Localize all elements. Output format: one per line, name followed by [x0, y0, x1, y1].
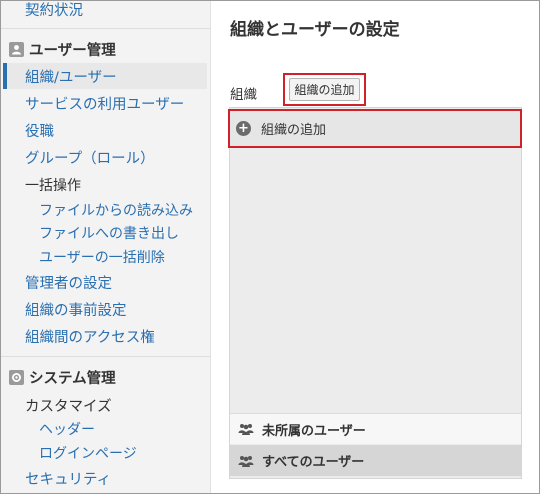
unassigned-users-row[interactable]: 未所属のユーザー	[230, 413, 521, 444]
sidebar-label-bulk-ops: 一括操作	[25, 178, 81, 194]
sidebar-label-customize: カスタマイズ	[25, 399, 112, 415]
section-header-label: ユーザー管理	[29, 43, 116, 59]
active-item-indicator	[3, 63, 7, 89]
sidebar-item-org-access[interactable]: 組織間のアクセス権	[25, 326, 155, 347]
all-users-label: すべてのユーザー	[262, 455, 365, 470]
highlight-box: 組織の追加	[283, 73, 366, 106]
add-org-row[interactable]: + 組織の追加	[236, 119, 326, 138]
sidebar-item-admin-settings[interactable]: 管理者の設定	[25, 272, 112, 293]
unassigned-users-label: 未所属のユーザー	[262, 423, 366, 439]
sidebar-item-org-presets[interactable]: 組織の事前設定	[25, 299, 127, 320]
sidebar-divider	[1, 356, 211, 357]
sidebar-divider	[1, 28, 211, 29]
page-title: 組織とユーザーの設定	[230, 20, 400, 40]
sidebar: 契約状況 ユーザー管理 組織/ユーザー サービスの利用ユーザー 役職 グループ（…	[1, 1, 211, 493]
sidebar-item-login-page[interactable]: ログインページ	[39, 443, 137, 463]
sidebar-item-security[interactable]: セキュリティ	[25, 468, 111, 489]
section-header-system-admin: システム管理	[9, 367, 116, 388]
gear-icon	[9, 370, 24, 385]
sidebar-item-import-file[interactable]: ファイルからの読み込み	[39, 200, 193, 220]
section-header-label: システム管理	[29, 371, 116, 387]
section-header-user-admin: ユーザー管理	[9, 39, 116, 60]
add-org-button[interactable]: 組織の追加	[289, 78, 360, 101]
org-label: 組織	[230, 87, 257, 103]
sidebar-item-export-file[interactable]: ファイルへの書き出し	[39, 223, 179, 243]
user-icon	[9, 42, 24, 57]
sidebar-item-service-users[interactable]: サービスの利用ユーザー	[25, 93, 184, 114]
highlight-box: + 組織の追加	[228, 109, 522, 148]
users-icon	[238, 455, 254, 467]
sidebar-item-bulk-delete[interactable]: ユーザーの一括削除	[39, 247, 165, 267]
app-window: 契約状況 ユーザー管理 組織/ユーザー サービスの利用ユーザー 役職 グループ（…	[0, 0, 540, 494]
sidebar-item-org-users[interactable]: 組織/ユーザー	[25, 66, 117, 87]
users-icon	[238, 423, 254, 435]
add-org-row-label: 組織の追加	[261, 123, 327, 138]
all-users-row[interactable]: すべてのユーザー	[230, 445, 521, 476]
main-content: 組織とユーザーの設定 組織 組織の追加 + 組織の追加 未所属のユーザー すべて…	[212, 1, 539, 493]
plus-circle-icon: +	[236, 121, 251, 136]
sidebar-item-header[interactable]: ヘッダー	[39, 419, 95, 439]
sidebar-item-groups-roles[interactable]: グループ（ロール）	[25, 147, 155, 168]
sidebar-item-titles[interactable]: 役職	[25, 120, 54, 141]
sidebar-item-contract-status[interactable]: 契約状況	[25, 1, 83, 20]
